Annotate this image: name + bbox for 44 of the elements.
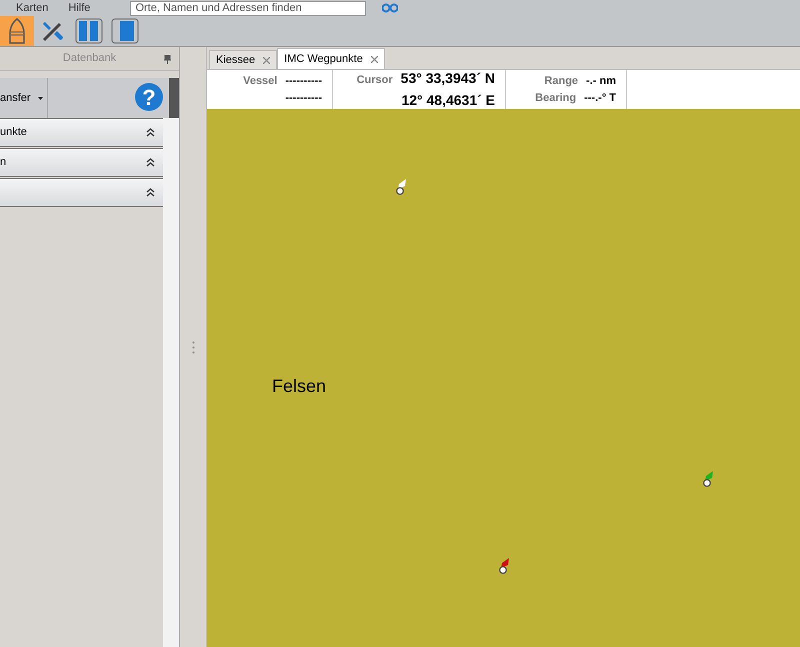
field-value: 12° 48,4631´ E [401,91,495,110]
field-value: -.- nm [586,74,616,88]
waypoint-marker-icon[interactable] [702,471,714,487]
field-value: ---.-° T [584,91,616,106]
tab-label: Kiessee [216,52,256,68]
search-field[interactable]: Orte, Namen und Adressen finden [130,0,366,16]
field-value: ---------- [285,91,322,106]
menu-item[interactable]: Hilfe [68,0,90,16]
map-area[interactable]: Felsen [207,109,800,647]
tab[interactable]: IMC Wegpunkte [277,48,385,69]
double-chevron-up-icon [146,188,156,197]
scrollbar-button[interactable] [169,78,179,118]
field-label: Range [544,74,578,88]
splitter-grip-icon[interactable] [192,340,194,354]
section-header[interactable] [0,178,164,207]
section-header[interactable]: unkte [0,118,164,147]
boat-icon [9,18,25,44]
field-label: Cursor [356,73,393,88]
panel-title: Datenbank [62,51,116,66]
binoculars-icon[interactable] [382,3,398,13]
two-column-icon [75,18,103,44]
tab[interactable]: Kiessee [209,50,278,69]
double-chevron-up-icon [146,128,156,137]
map-label: Felsen [272,375,326,398]
pin-icon[interactable] [164,55,171,64]
double-chevron-up-icon [146,158,156,167]
waypoint-marker-icon[interactable] [498,558,510,574]
field-label: Vessel [243,74,278,88]
help-button[interactable]: ? [135,83,163,111]
section-label: unkte [0,125,27,140]
close-icon[interactable] [263,56,270,64]
scrollbar[interactable] [163,118,179,647]
section-header[interactable]: n [0,148,164,177]
waypoint-marker-icon[interactable] [395,179,407,195]
close-icon[interactable] [370,56,378,62]
section-label: n [0,155,6,170]
menu-item[interactable]: Karten [16,0,48,16]
single-column-icon [111,18,139,44]
field-label: Bearing [535,91,576,106]
caret-icon [38,96,43,100]
toolbar-button[interactable] [0,16,34,46]
field-value: ---------- [285,74,322,88]
tab-label: IMC Wegpunkte [284,52,363,67]
field-value: 53° 33,3943´ N [400,69,495,88]
